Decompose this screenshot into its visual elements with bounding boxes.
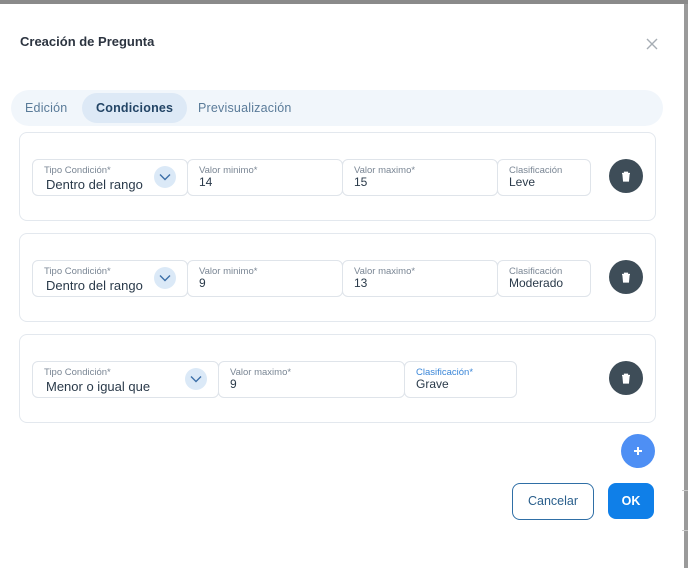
condition-card: Tipo Condición* Dentro del rango Valor m… [19,132,656,221]
chevron-down-icon[interactable] [154,267,176,289]
delete-condition-button[interactable] [609,361,643,395]
dialog-title: Creación de Pregunta [20,34,155,49]
field-label: Tipo Condición* [44,165,111,176]
field-value: 9 [199,276,206,290]
scrollbar[interactable] [684,4,688,568]
cancel-button[interactable]: Cancelar [512,483,594,520]
add-condition-button[interactable] [621,434,655,468]
field-value: 15 [354,175,368,189]
field-value: Moderado [509,276,564,290]
clasificacion-field[interactable]: Clasificación Moderado [497,260,591,297]
tipo-condicion-select[interactable]: Tipo Condición* Menor o igual que [32,361,219,398]
background-divider [682,490,688,491]
valor-maximo-field[interactable]: Valor maximo* 15 [342,159,498,196]
delete-condition-button[interactable] [609,159,643,193]
valor-maximo-field[interactable]: Valor maximo* 13 [342,260,498,297]
plus-icon [634,447,642,455]
chevron-down-icon[interactable] [154,166,176,188]
field-label: Tipo Condición* [44,266,111,277]
field-value: Leve [509,175,536,189]
valor-minimo-field[interactable]: Valor minimo* 14 [187,159,343,196]
trash-icon [622,272,630,283]
ok-button[interactable]: OK [608,483,654,519]
condition-card: Tipo Condición* Dentro del rango Valor m… [19,233,656,322]
tab-condiciones[interactable]: Condiciones [82,93,188,123]
tab-edicion[interactable]: Edición [11,90,81,126]
delete-condition-button[interactable] [609,260,643,294]
trash-icon [622,171,630,182]
valor-maximo-field[interactable]: Valor maximo* 9 [218,361,405,398]
field-value: 13 [354,276,368,290]
field-value: 14 [199,175,213,189]
question-dialog: Creación de Pregunta Edición Condiciones… [0,4,682,568]
clasificacion-field[interactable]: Clasificación* Grave [404,361,517,398]
chevron-down-icon[interactable] [185,368,207,390]
tipo-condicion-select[interactable]: Tipo Condición* Dentro del rango [32,159,188,196]
tab-previsualizacion[interactable]: Previsualización [184,90,306,126]
trash-icon [622,373,630,384]
field-label: Valor maximo* [230,367,292,378]
clasificacion-field[interactable]: Clasificación Leve [497,159,591,196]
background-divider [682,530,688,531]
field-value: Dentro del rango [46,278,143,293]
condition-card: Tipo Condición* Menor o igual que Valor … [19,334,656,423]
valor-minimo-field[interactable]: Valor minimo* 9 [187,260,343,297]
close-icon[interactable] [645,38,659,52]
tipo-condicion-select[interactable]: Tipo Condición* Dentro del rango [32,260,188,297]
field-value: Grave [416,377,449,391]
field-value: Dentro del rango [46,177,143,192]
tab-bar: Edición Condiciones Previsualización [11,90,663,126]
field-label: Valor minimo* [199,266,258,277]
field-value: Menor o igual que [46,379,151,394]
field-value: 9 [230,377,237,391]
field-label: Tipo Condición* [44,367,111,378]
